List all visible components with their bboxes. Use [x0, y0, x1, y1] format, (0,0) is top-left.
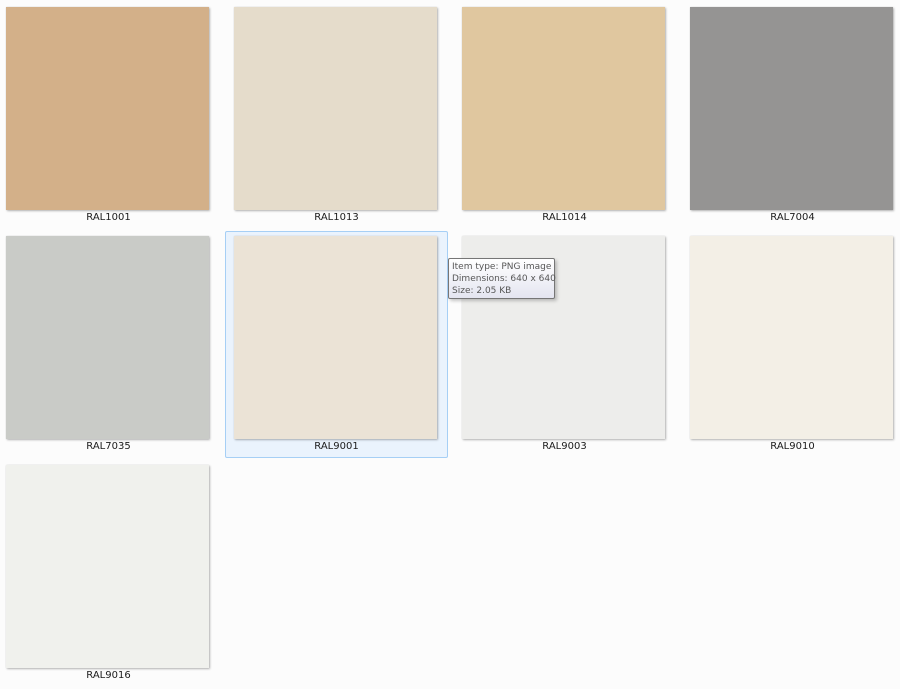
tooltip-size: Size: 2.05 KB — [452, 286, 512, 296]
thumbnail — [6, 236, 209, 439]
file-grid-view: RAL1001 RAL1013 RAL1014 RAL7004 RAL7035 … — [0, 0, 900, 689]
file-item-ral1014[interactable]: RAL1014 — [453, 2, 676, 229]
file-name: RAL9016 — [86, 670, 131, 681]
file-name: RAL7035 — [86, 441, 131, 452]
file-item-ral1013[interactable]: RAL1013 — [225, 2, 448, 229]
file-name: RAL7004 — [770, 212, 815, 223]
thumbnail — [690, 7, 893, 210]
thumbnail — [234, 7, 437, 210]
thumbnail — [234, 236, 437, 439]
file-name: RAL9003 — [542, 441, 587, 452]
file-name: RAL1001 — [86, 212, 131, 223]
file-info-tooltip: Item type: PNG image Dimensions: 640 x 6… — [448, 258, 556, 299]
thumbnail — [462, 7, 665, 210]
thumbnail — [6, 465, 209, 668]
file-name: RAL1014 — [542, 212, 587, 223]
thumbnail — [6, 7, 209, 210]
file-name: RAL9010 — [770, 441, 815, 452]
file-item-ral9016[interactable]: RAL9016 — [0, 460, 220, 687]
file-item-ral7004[interactable]: RAL7004 — [681, 2, 900, 229]
file-name: RAL9001 — [314, 441, 359, 452]
file-item-ral1001[interactable]: RAL1001 — [0, 2, 220, 229]
file-item-ral7035[interactable]: RAL7035 — [0, 231, 220, 458]
tooltip-item-type: Item type: PNG image — [452, 262, 552, 272]
tooltip-dimensions: Dimensions: 640 x 640 — [452, 274, 556, 284]
thumbnail — [690, 236, 893, 439]
file-name: RAL1013 — [314, 212, 359, 223]
file-item-ral9010[interactable]: RAL9010 — [681, 231, 900, 458]
file-item-ral9001[interactable]: RAL9001 — [225, 231, 448, 458]
